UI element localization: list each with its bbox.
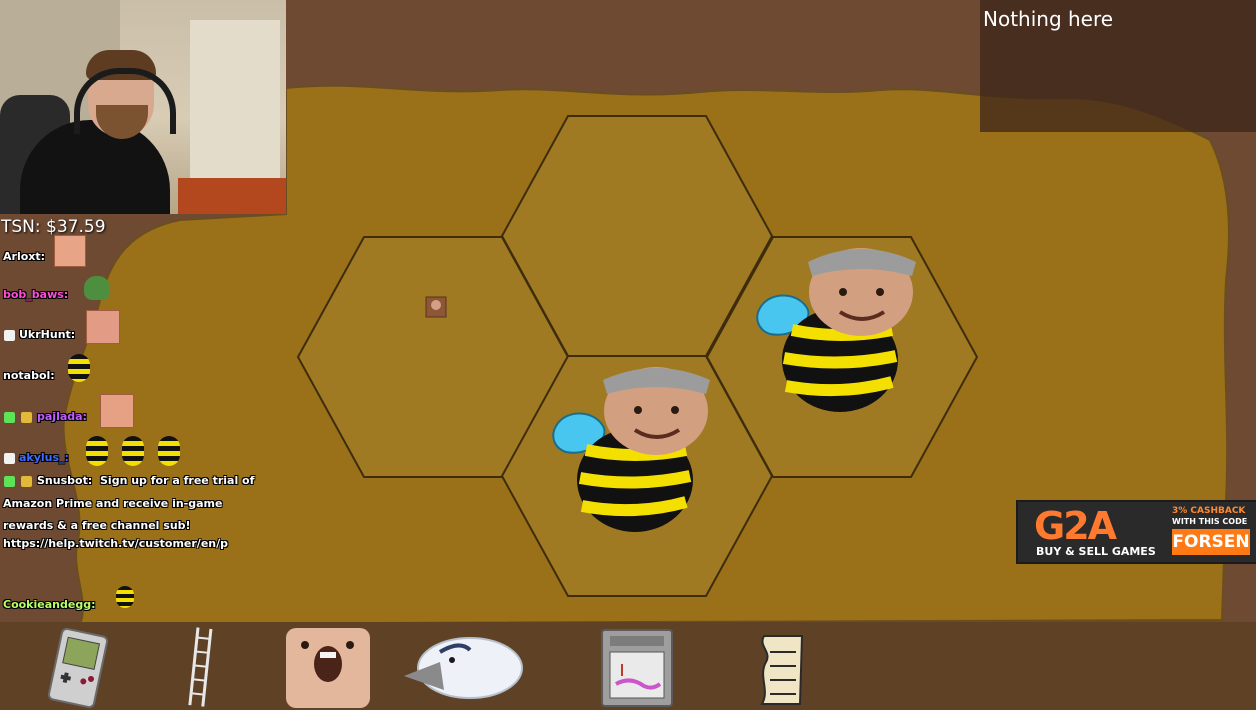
ad-code: FORSEN	[1172, 529, 1250, 555]
badge-icon	[4, 453, 15, 464]
bee-emote-icon	[158, 436, 180, 466]
pepe-emote-icon	[84, 276, 110, 300]
webcam-feed	[0, 0, 286, 214]
badge-icon	[21, 476, 32, 487]
chat-username[interactable]: UkrHunt:	[19, 328, 75, 341]
badge-icon	[4, 476, 15, 487]
badge-icon	[4, 412, 15, 423]
bee-emote-icon	[68, 354, 90, 382]
chat-username[interactable]: pajlada:	[37, 410, 87, 423]
chat-message: Sign up for a free trial of	[100, 474, 255, 487]
chat-link[interactable]: https://help.twitch.tv/customer/en/p	[3, 537, 228, 550]
chat-username[interactable]: notabol:	[3, 369, 55, 382]
bee-emote-icon	[86, 436, 108, 466]
cartridge-item[interactable]	[601, 629, 673, 707]
notice-text: Nothing here	[983, 7, 1114, 31]
small-face-icon	[431, 300, 441, 310]
badge-icon	[4, 330, 15, 341]
g2a-logo: G2A	[1034, 504, 1117, 548]
chat-username[interactable]: Cookieandegg:	[3, 598, 95, 611]
scroll-item[interactable]	[760, 635, 804, 705]
face-item[interactable]	[286, 628, 370, 708]
headset-icon	[74, 68, 176, 134]
chat-message: Amazon Prime and receive in-game	[3, 497, 223, 510]
tsn-counter: TSN: $37.59	[1, 217, 106, 237]
chat-username[interactable]: Snusbot:	[37, 474, 92, 487]
face-emote-icon	[86, 310, 120, 344]
bee-emote-icon	[116, 586, 134, 608]
ad-cashback: 3% CASHBACK	[1172, 506, 1246, 516]
face-emote-icon	[100, 394, 134, 428]
g2a-ad-banner[interactable]: G2A BUY & SELL GAMES 3% CASHBACK WITH TH…	[1016, 500, 1256, 564]
ad-tagline: BUY & SELL GAMES	[1036, 545, 1156, 558]
chat-username[interactable]: akylus_:	[19, 451, 69, 464]
chat-username[interactable]: Arloxt:	[3, 250, 45, 263]
chat-username[interactable]: bob_baws:	[3, 288, 68, 301]
bee-emote-icon	[122, 436, 144, 466]
badge-icon	[21, 412, 32, 423]
face-emote-icon	[54, 235, 86, 267]
chat-message: rewards & a free channel sub!	[3, 519, 191, 532]
notice-panel: Nothing here	[980, 0, 1256, 132]
ad-cashback-sub: WITH THIS CODE	[1172, 517, 1248, 526]
